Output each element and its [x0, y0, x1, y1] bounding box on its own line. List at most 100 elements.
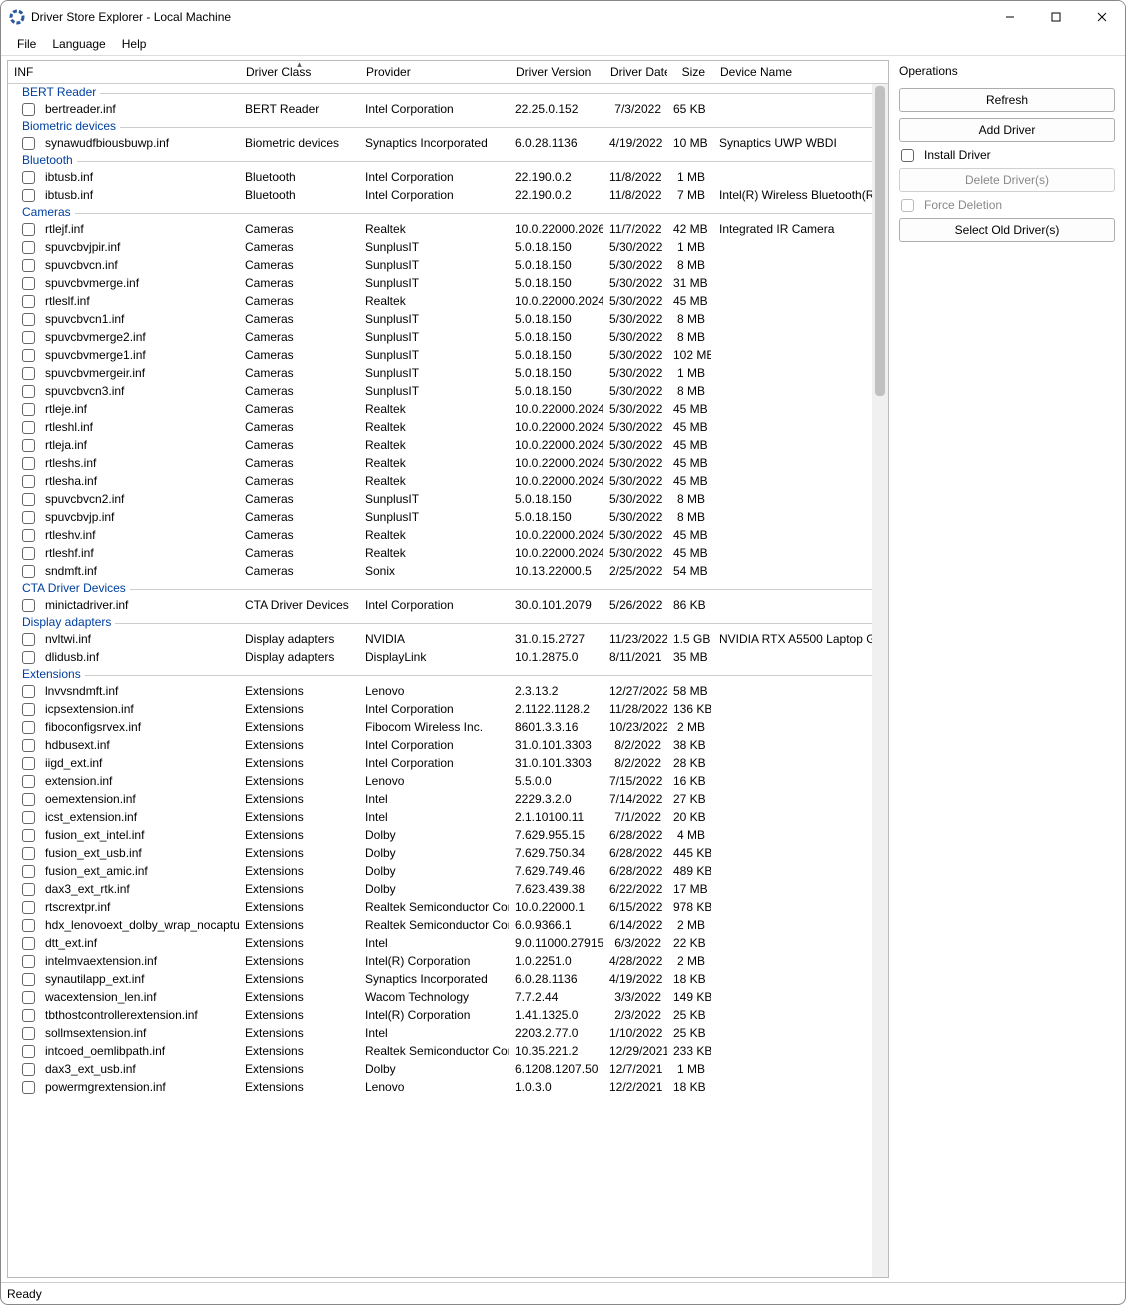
- table-row[interactable]: intcoed_oemlibpath.infExtensionsRealtek …: [8, 1042, 888, 1060]
- row-checkbox[interactable]: [22, 919, 35, 932]
- row-checkbox[interactable]: [22, 313, 35, 326]
- row-checkbox[interactable]: [22, 331, 35, 344]
- vertical-scrollbar[interactable]: [872, 84, 888, 1277]
- row-checkbox[interactable]: [22, 529, 35, 542]
- table-row[interactable]: spuvcbvcn3.infCamerasSunplusIT5.0.18.150…: [8, 382, 888, 400]
- row-checkbox[interactable]: [22, 775, 35, 788]
- table-row[interactable]: icpsextension.infExtensionsIntel Corpora…: [8, 700, 888, 718]
- row-checkbox[interactable]: [22, 457, 35, 470]
- table-row[interactable]: hdx_lenovoext_dolby_wrap_nocapture.infEx…: [8, 916, 888, 934]
- table-row[interactable]: rtlesha.infCamerasRealtek10.0.22000.2024…: [8, 472, 888, 490]
- table-row[interactable]: spuvcbvmerge.infCamerasSunplusIT5.0.18.1…: [8, 274, 888, 292]
- group-header[interactable]: Biometric devices: [8, 118, 888, 134]
- row-checkbox[interactable]: [22, 189, 35, 202]
- row-checkbox[interactable]: [22, 991, 35, 1004]
- row-checkbox[interactable]: [22, 385, 35, 398]
- table-row[interactable]: sollmsextension.infExtensionsIntel2203.2…: [8, 1024, 888, 1042]
- table-row[interactable]: wacextension_len.infExtensionsWacom Tech…: [8, 988, 888, 1006]
- row-checkbox[interactable]: [22, 847, 35, 860]
- row-checkbox[interactable]: [22, 349, 35, 362]
- table-row[interactable]: bertreader.infBERT ReaderIntel Corporati…: [8, 100, 888, 118]
- row-checkbox[interactable]: [22, 277, 35, 290]
- row-checkbox[interactable]: [22, 259, 35, 272]
- table-row[interactable]: spuvcbvcn2.infCamerasSunplusIT5.0.18.150…: [8, 490, 888, 508]
- table-row[interactable]: spuvcbvmergeir.infCamerasSunplusIT5.0.18…: [8, 364, 888, 382]
- menu-help[interactable]: Help: [122, 37, 147, 51]
- table-row[interactable]: rtleje.infCamerasRealtek10.0.22000.20240…: [8, 400, 888, 418]
- install-driver-checkbox[interactable]: Install Driver: [899, 148, 1115, 162]
- table-row[interactable]: nvltwi.infDisplay adaptersNVIDIA31.0.15.…: [8, 630, 888, 648]
- row-checkbox[interactable]: [22, 511, 35, 524]
- row-checkbox[interactable]: [22, 811, 35, 824]
- row-checkbox[interactable]: [22, 703, 35, 716]
- row-checkbox[interactable]: [22, 937, 35, 950]
- row-checkbox[interactable]: [22, 1009, 35, 1022]
- table-row[interactable]: ibtusb.infBluetoothIntel Corporation22.1…: [8, 186, 888, 204]
- table-row[interactable]: dax3_ext_rtk.infExtensionsDolby7.623.439…: [8, 880, 888, 898]
- row-checkbox[interactable]: [22, 865, 35, 878]
- row-checkbox[interactable]: [22, 973, 35, 986]
- table-row[interactable]: dax3_ext_usb.infExtensionsDolby6.1208.12…: [8, 1060, 888, 1078]
- scroll-thumb[interactable]: [875, 86, 885, 396]
- table-row[interactable]: icst_extension.infExtensionsIntel2.1.101…: [8, 808, 888, 826]
- maximize-button[interactable]: [1033, 1, 1079, 33]
- table-row[interactable]: intelmvaextension.infExtensionsIntel(R) …: [8, 952, 888, 970]
- table-row[interactable]: synawudfbiousbuwp.infBiometric devicesSy…: [8, 134, 888, 152]
- table-row[interactable]: synautilapp_ext.infExtensionsSynaptics I…: [8, 970, 888, 988]
- row-checkbox[interactable]: [22, 171, 35, 184]
- row-checkbox[interactable]: [22, 793, 35, 806]
- select-old-drivers-button[interactable]: Select Old Driver(s): [899, 218, 1115, 242]
- table-row[interactable]: spuvcbvmerge2.infCamerasSunplusIT5.0.18.…: [8, 328, 888, 346]
- table-row[interactable]: fusion_ext_amic.infExtensionsDolby7.629.…: [8, 862, 888, 880]
- table-row[interactable]: spuvcbvcn.infCamerasSunplusIT5.0.18.1505…: [8, 256, 888, 274]
- col-driver-version[interactable]: Driver Version: [510, 61, 604, 83]
- delete-drivers-button[interactable]: Delete Driver(s): [899, 168, 1115, 192]
- table-row[interactable]: rtleshl.infCamerasRealtek10.0.22000.2024…: [8, 418, 888, 436]
- table-row[interactable]: hdbusext.infExtensionsIntel Corporation3…: [8, 736, 888, 754]
- row-checkbox[interactable]: [22, 1063, 35, 1076]
- row-checkbox[interactable]: [22, 1027, 35, 1040]
- row-checkbox[interactable]: [22, 547, 35, 560]
- table-row[interactable]: rtleslf.infCamerasRealtek10.0.22000.2024…: [8, 292, 888, 310]
- table-row[interactable]: dtt_ext.infExtensionsIntel9.0.11000.2791…: [8, 934, 888, 952]
- row-checkbox[interactable]: [22, 1081, 35, 1094]
- row-checkbox[interactable]: [22, 403, 35, 416]
- row-checkbox[interactable]: [22, 883, 35, 896]
- row-checkbox[interactable]: [22, 439, 35, 452]
- table-row[interactable]: spuvcbvcn1.infCamerasSunplusIT5.0.18.150…: [8, 310, 888, 328]
- table-row[interactable]: rtleja.infCamerasRealtek10.0.22000.20240…: [8, 436, 888, 454]
- row-checkbox[interactable]: [22, 565, 35, 578]
- group-header[interactable]: Bluetooth: [8, 152, 888, 168]
- col-driver-date[interactable]: Driver Date: [604, 61, 668, 83]
- table-row[interactable]: oemextension.infExtensionsIntel2229.3.2.…: [8, 790, 888, 808]
- table-row[interactable]: sndmft.infCamerasSonix10.13.22000.52/25/…: [8, 562, 888, 580]
- table-row[interactable]: rtleshv.infCamerasRealtek10.0.22000.2024…: [8, 526, 888, 544]
- row-checkbox[interactable]: [22, 223, 35, 236]
- close-button[interactable]: [1079, 1, 1125, 33]
- table-row[interactable]: spuvcbvjpir.infCamerasSunplusIT5.0.18.15…: [8, 238, 888, 256]
- row-checkbox[interactable]: [22, 651, 35, 664]
- table-row[interactable]: spuvcbvjp.infCamerasSunplusIT5.0.18.1505…: [8, 508, 888, 526]
- group-header[interactable]: CTA Driver Devices: [8, 580, 888, 596]
- table-row[interactable]: rtleshf.infCamerasRealtek10.0.22000.2024…: [8, 544, 888, 562]
- row-checkbox[interactable]: [22, 901, 35, 914]
- row-checkbox[interactable]: [22, 421, 35, 434]
- row-checkbox[interactable]: [22, 685, 35, 698]
- row-checkbox[interactable]: [22, 367, 35, 380]
- menu-file[interactable]: File: [17, 37, 36, 51]
- table-row[interactable]: fiboconfigsrvex.infExtensionsFibocom Wir…: [8, 718, 888, 736]
- table-row[interactable]: extension.infExtensionsLenovo5.5.0.07/15…: [8, 772, 888, 790]
- col-device-name[interactable]: Device Name: [712, 61, 888, 83]
- row-checkbox[interactable]: [22, 829, 35, 842]
- table-row[interactable]: powermgrextension.infExtensionsLenovo1.0…: [8, 1078, 888, 1096]
- table-row[interactable]: ibtusb.infBluetoothIntel Corporation22.1…: [8, 168, 888, 186]
- menu-language[interactable]: Language: [52, 37, 105, 51]
- table-row[interactable]: lnvvsndmft.infExtensionsLenovo2.3.13.212…: [8, 682, 888, 700]
- row-checkbox[interactable]: [22, 955, 35, 968]
- col-provider[interactable]: Provider: [360, 61, 510, 83]
- table-row[interactable]: minictadriver.infCTA Driver DevicesIntel…: [8, 596, 888, 614]
- row-checkbox[interactable]: [22, 137, 35, 150]
- table-row[interactable]: fusion_ext_intel.infExtensionsDolby7.629…: [8, 826, 888, 844]
- col-size[interactable]: Size: [668, 61, 712, 83]
- row-checkbox[interactable]: [22, 599, 35, 612]
